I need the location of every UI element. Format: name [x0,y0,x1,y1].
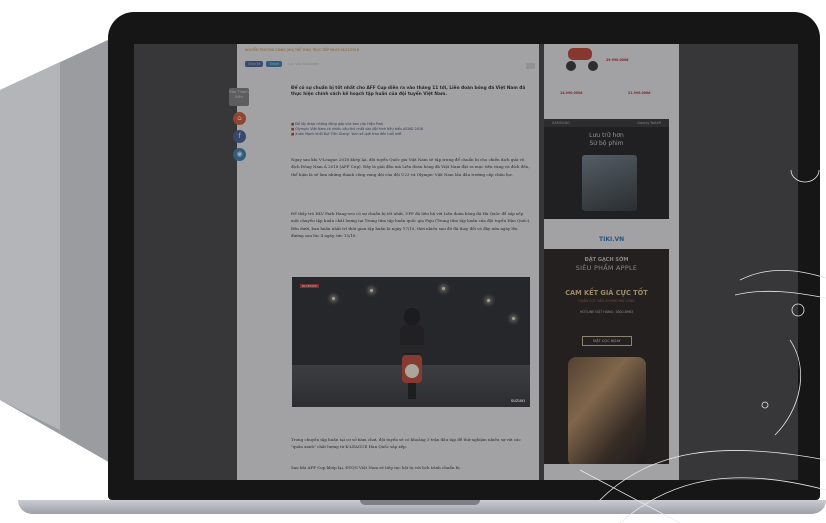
marketing-hero: NGUYỄN TRƯỜNG GIANG (HN) THỂ THAO TRỰC T… [0,0,826,523]
laptop-notch [360,500,480,505]
line-art-decoration [579,170,826,523]
